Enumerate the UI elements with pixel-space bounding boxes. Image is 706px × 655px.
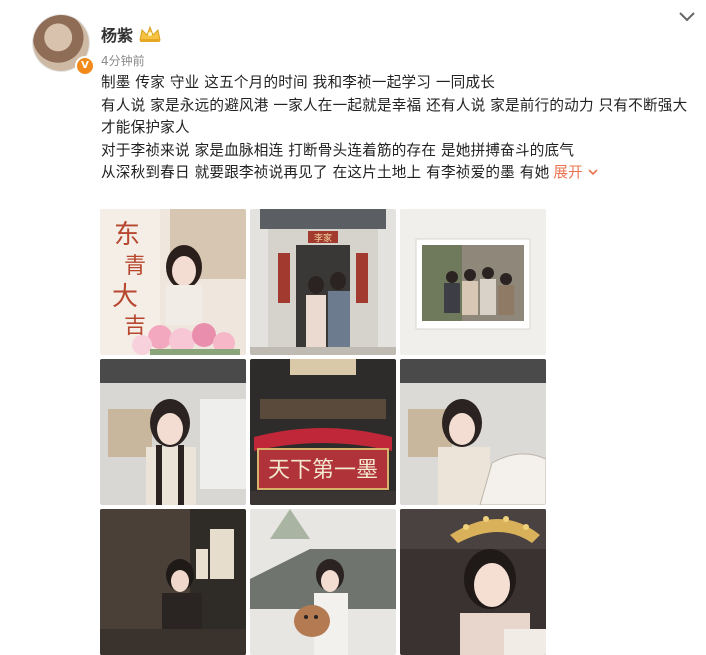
post-line: 从深秋到春日 就要跟李祯说再见了 在这片土地上 有李祯爱的墨 有她 展开	[101, 162, 701, 185]
post-line: 对于李祯来说 家是血脉相连 打断骨头连着筋的存在 是她拼搏奋斗的底气	[101, 141, 575, 159]
poster-text-1: 东	[114, 220, 140, 250]
photo-plaque[interactable]: 天下第一墨	[250, 359, 396, 505]
verified-icon: V	[75, 56, 95, 76]
photo-woman-room[interactable]	[100, 359, 246, 505]
crown-icon	[139, 25, 161, 42]
svg-text:青: 青	[124, 254, 146, 279]
photo-dark-room[interactable]	[100, 509, 246, 655]
plaque-text: 天下第一墨	[268, 458, 378, 483]
svg-text:大: 大	[112, 282, 138, 312]
chevron-down-icon[interactable]	[678, 10, 696, 24]
photo-woman-fan[interactable]	[400, 359, 546, 505]
chevron-down-icon	[588, 169, 598, 176]
photo-headdress[interactable]	[400, 509, 546, 655]
user-name[interactable]: 杨紫	[101, 22, 133, 46]
svg-text:李家: 李家	[314, 232, 332, 244]
post-time: 4分钟前	[101, 54, 145, 68]
expand-link[interactable]: 展开	[553, 164, 598, 181]
photo-tent-dog[interactable]	[250, 509, 396, 655]
post-text: 制墨 传家 守业 这五个月的时间 我和李祯一起学习 一同成长 有人说 家是永远的…	[101, 72, 701, 185]
post-line-text: 从深秋到春日 就要跟李祯说再见了 在这片土地上 有李祯爱的墨 有她	[101, 164, 550, 181]
photo-framed-group[interactable]	[400, 209, 546, 355]
post-line: 有人说 家是永远的避风港 一家人在一起就是幸福 还有人说 家是前行的动力 只有不…	[101, 96, 688, 137]
photo-gate-couple[interactable]: 李家	[250, 209, 396, 355]
post-line: 制墨 传家 守业 这五个月的时间 我和李祯一起学习 一同成长	[101, 74, 496, 91]
photo-poster-flowers[interactable]: 东 青 大 吉	[100, 209, 246, 355]
